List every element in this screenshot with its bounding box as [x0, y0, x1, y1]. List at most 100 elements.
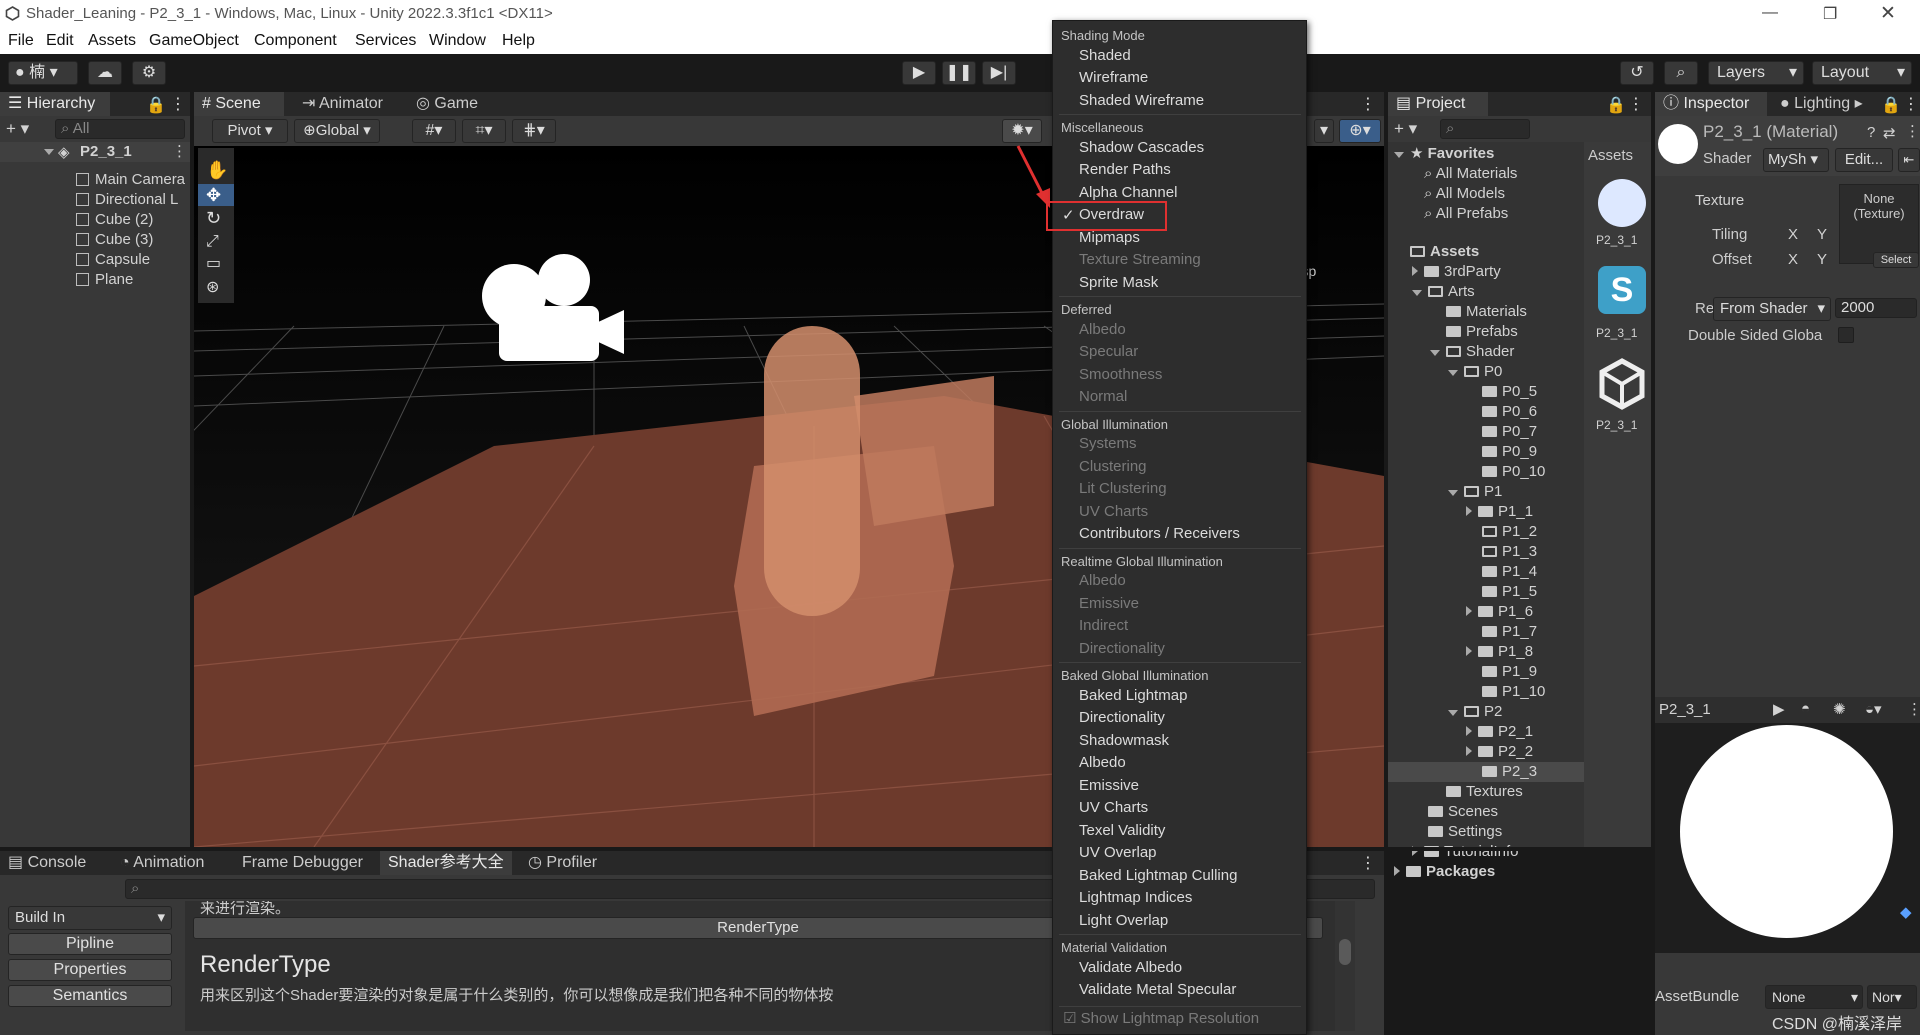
menu-item[interactable]: Shaded	[1079, 47, 1131, 64]
layers-dropdown[interactable]: Layers ▾	[1708, 61, 1804, 85]
material-preview[interactable]: ◆	[1655, 723, 1920, 953]
tree-item[interactable]: P2_2	[1466, 742, 1533, 762]
menu-item[interactable]: Emissive	[1079, 777, 1139, 794]
hierarchy-item[interactable]: Capsule	[76, 250, 150, 270]
tree-item[interactable]: P2_1	[1466, 722, 1533, 742]
snap-increment-button[interactable]: ⌗▾	[462, 119, 506, 143]
tab-inspector[interactable]: ⓘ Inspector	[1655, 92, 1767, 116]
scene-visibility-toggle[interactable]: ▾	[1314, 119, 1334, 143]
chevron-right-icon[interactable]	[1466, 646, 1472, 656]
step-button[interactable]: ▶|	[982, 61, 1016, 85]
menu-item[interactable]: Shaded Wireframe	[1079, 92, 1204, 109]
tree-item[interactable]: P2_3	[1388, 762, 1584, 782]
semantics-button[interactable]: Semantics	[8, 985, 172, 1007]
debug-draw-mode-button[interactable]: ✹▾	[1002, 119, 1042, 143]
chevron-right-icon[interactable]	[1394, 866, 1400, 876]
menu-item[interactable]: Validate Metal Specular	[1079, 981, 1236, 998]
add-button[interactable]: + ▾	[6, 119, 29, 139]
lock-icon[interactable]: 🔒	[146, 95, 166, 115]
move-tool-icon[interactable]: ✥	[206, 185, 221, 205]
scale-tool-icon[interactable]: ⤢	[206, 233, 219, 250]
menu-item[interactable]: Directionality	[1079, 709, 1165, 726]
menu-item[interactable]: Lightmap Indices	[1079, 889, 1192, 906]
background-icon[interactable]: ◒▾	[1865, 700, 1882, 718]
rotate-tool-icon[interactable]: ↻	[206, 208, 221, 228]
tab-scene[interactable]: # Scene	[194, 92, 284, 116]
tree-item[interactable]: P2	[1448, 702, 1502, 722]
scrollbar-thumb[interactable]	[1339, 939, 1351, 965]
favorite-item[interactable]: ⌕ All Materials	[1424, 164, 1517, 184]
tree-item[interactable]: P1_4	[1466, 562, 1537, 582]
menu-item[interactable]: Light Overlap	[1079, 912, 1168, 929]
hierarchy-item[interactable]: Cube (2)	[76, 210, 153, 230]
pipline-button[interactable]: Pipline	[8, 933, 172, 955]
kebab-menu-icon[interactable]: ⋮	[1360, 853, 1376, 873]
search-button[interactable]: ⌕	[1664, 61, 1698, 85]
menu-help[interactable]: Help	[502, 32, 535, 50]
chevron-down-icon[interactable]	[1448, 370, 1458, 376]
menu-item[interactable]: Baked Lightmap	[1079, 687, 1187, 704]
menu-window[interactable]: Window	[429, 32, 486, 50]
menu-item[interactable]: Baked Lightmap Culling	[1079, 867, 1237, 884]
tree-item[interactable]: Textures	[1430, 782, 1523, 802]
tab-shader-reference[interactable]: Shader参考大全	[380, 851, 512, 875]
unity-cube-icon[interactable]	[1598, 358, 1646, 410]
restore-icon[interactable]: ❐	[1823, 4, 1837, 24]
kebab-menu-icon[interactable]: ⋮	[1907, 700, 1920, 718]
tab-animation[interactable]: ◔ Animation	[112, 851, 212, 875]
tree-item[interactable]: P1_3	[1466, 542, 1537, 562]
tree-item[interactable]: P0_9	[1466, 442, 1537, 462]
tab-lighting[interactable]: ● Lighting ▸	[1772, 92, 1871, 116]
render-queue-dropdown[interactable]: From Shader ▾	[1713, 297, 1831, 321]
hierarchy-item[interactable]: Cube (3)	[76, 230, 153, 250]
lock-icon[interactable]: 🔒	[1881, 95, 1901, 115]
hierarchy-item[interactable]: Main Camera	[76, 170, 185, 190]
menu-gameobject[interactable]: GameObject	[149, 32, 239, 50]
menu-assets[interactable]: Assets	[88, 32, 136, 50]
tree-item[interactable]: P0_10	[1466, 462, 1545, 482]
chevron-right-icon[interactable]	[1412, 266, 1418, 276]
menu-component[interactable]: Component	[254, 32, 337, 50]
tree-item[interactable]: Prefabs	[1430, 322, 1518, 342]
menu-services[interactable]: Services	[355, 32, 416, 50]
favorite-item[interactable]: ⌕ All Prefabs	[1424, 204, 1508, 224]
tree-item[interactable]: Packages	[1394, 862, 1495, 882]
build-in-dropdown[interactable]: Build In ▾	[8, 906, 172, 930]
layout-dropdown[interactable]: Layout ▾	[1812, 61, 1912, 85]
tree-item[interactable]: P1_1	[1466, 502, 1533, 522]
tree-item[interactable]: Scenes	[1412, 802, 1498, 822]
properties-button[interactable]: Properties	[8, 959, 172, 981]
tree-item[interactable]: P1_5	[1466, 582, 1537, 602]
sphere-icon[interactable]: ◓	[1801, 700, 1810, 717]
chevron-down-icon[interactable]	[1448, 710, 1458, 716]
favorite-item[interactable]: ⌕ All Models	[1424, 184, 1505, 204]
create-button[interactable]: + ▾	[1394, 119, 1417, 139]
tree-item[interactable]: Materials	[1430, 302, 1527, 322]
chevron-right-icon[interactable]	[1466, 506, 1472, 516]
tree-item[interactable]: Assets	[1394, 242, 1479, 262]
hand-tool-icon[interactable]: ✋	[206, 159, 228, 180]
light-icon[interactable]: ✺	[1833, 700, 1846, 718]
chevron-right-icon[interactable]	[1466, 746, 1472, 756]
transform-tool-icon[interactable]: ⊛	[206, 279, 219, 296]
menu-item[interactable]: Wireframe	[1079, 69, 1148, 86]
menu-item[interactable]: Contributors / Receivers	[1079, 525, 1240, 542]
assetbundle-variant-dropdown[interactable]: Nor▾	[1867, 985, 1917, 1009]
menu-item[interactable]: UV Overlap	[1079, 844, 1157, 861]
pivot-dropdown[interactable]: Pivot ▾	[212, 119, 288, 143]
scene-row[interactable]: ◈ P2_3_1 ⋮	[0, 142, 190, 162]
account-button[interactable]: ● 楠 ▾	[8, 61, 78, 85]
menu-item[interactable]: Shadow Cascades	[1079, 139, 1204, 156]
play-button[interactable]: ▶	[902, 61, 936, 85]
pause-button[interactable]: ❚❚	[942, 61, 976, 85]
collab-button[interactable]: ⚙	[132, 61, 166, 85]
chevron-right-icon[interactable]	[1466, 726, 1472, 736]
menu-item[interactable]: UV Charts	[1079, 799, 1148, 816]
chevron-down-icon[interactable]	[1448, 490, 1458, 496]
tag-icon[interactable]: ◆	[1900, 903, 1912, 921]
chevron-down-icon[interactable]	[1430, 350, 1440, 356]
minimize-icon[interactable]: —	[1762, 4, 1778, 22]
help-icon[interactable]: ?	[1867, 124, 1875, 141]
menu-item[interactable]: Albedo	[1079, 754, 1126, 771]
kebab-menu-icon[interactable]: ⋮	[170, 94, 186, 114]
